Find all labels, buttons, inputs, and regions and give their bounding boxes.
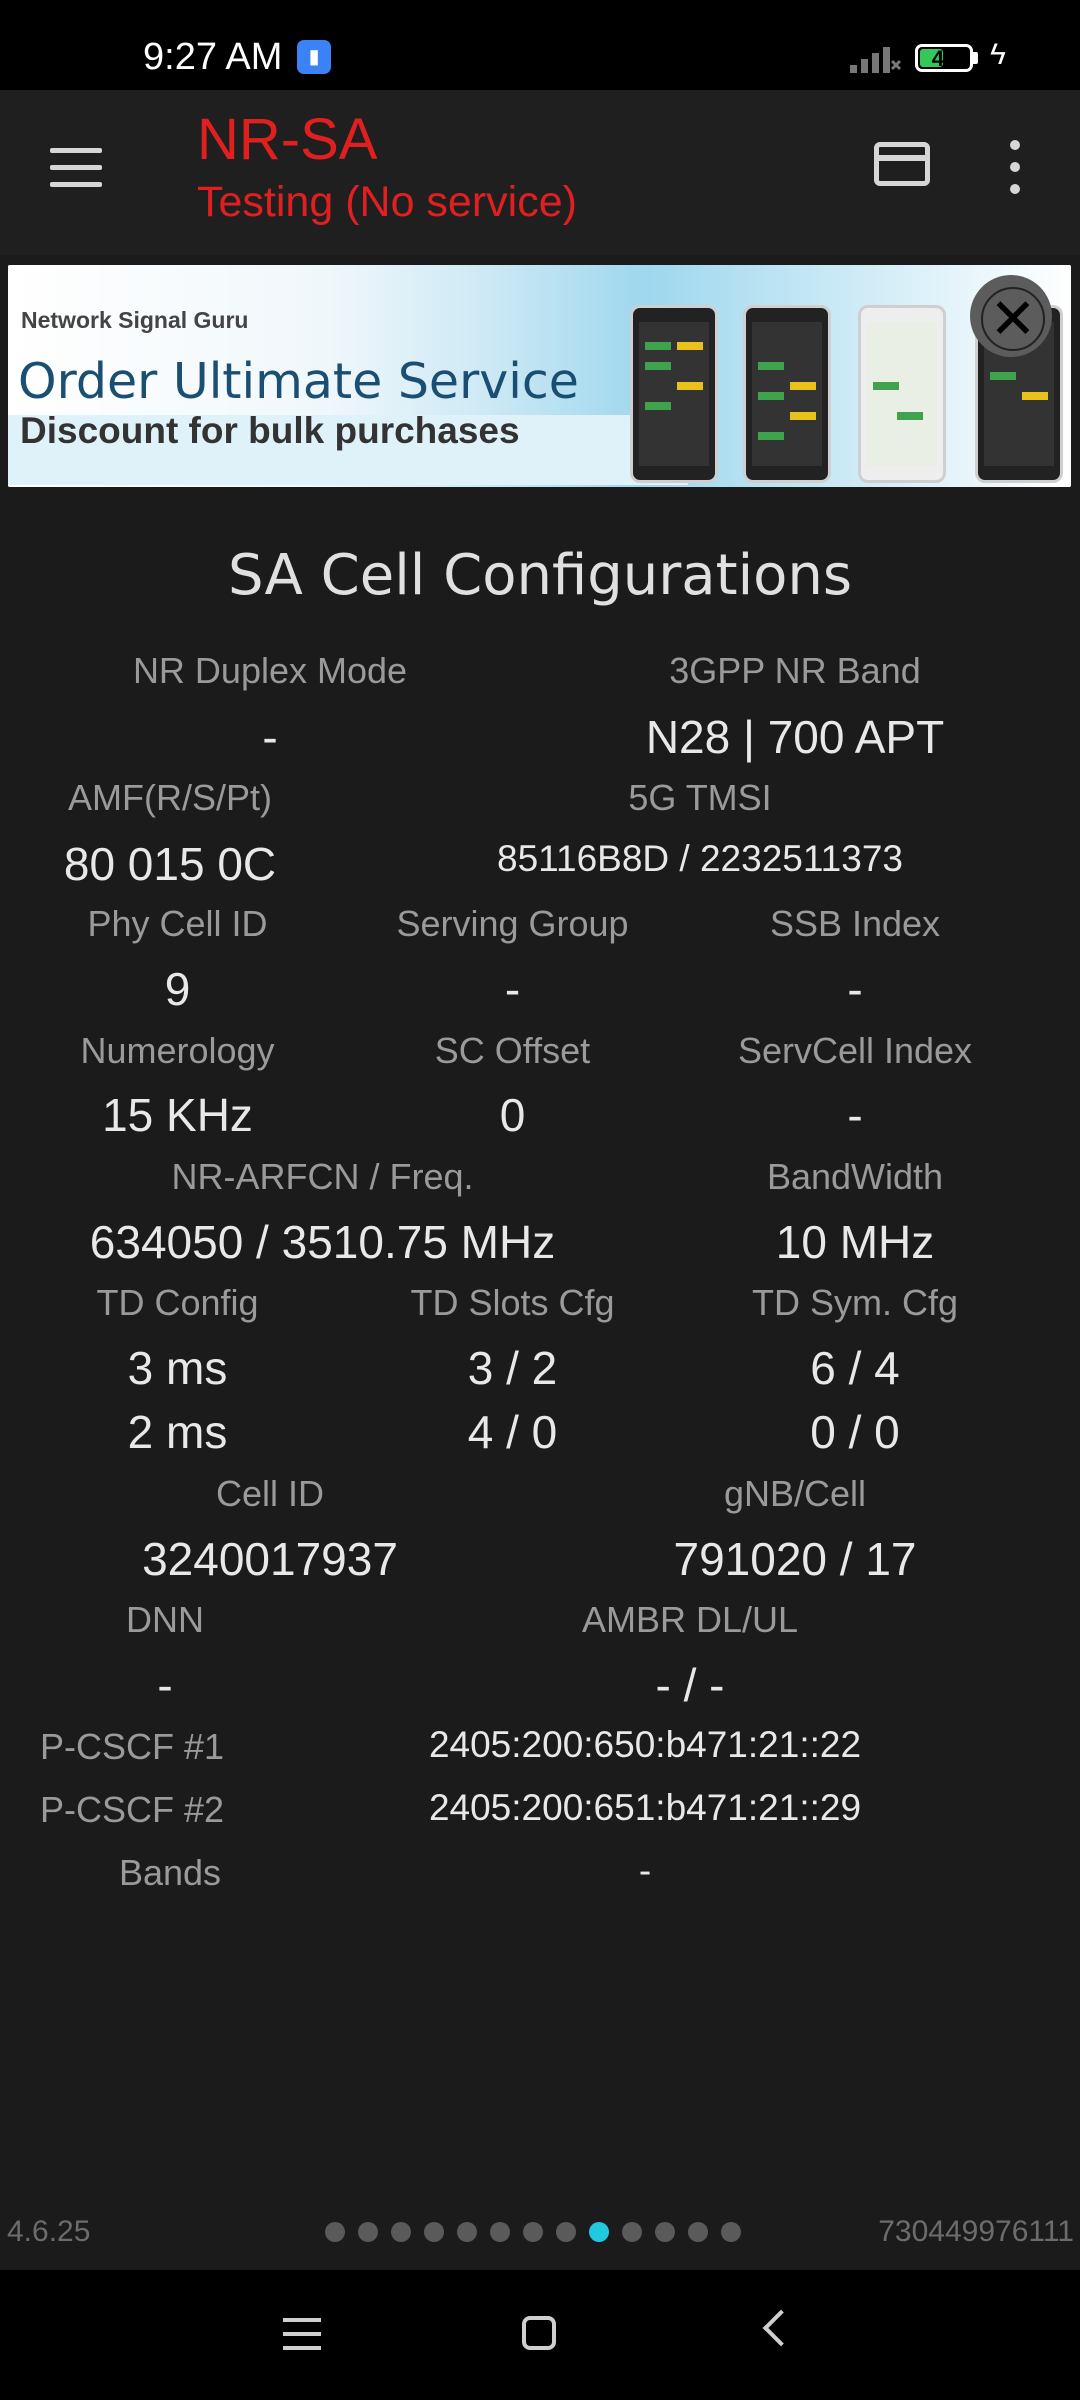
device-id: 730449976111 [878, 2215, 1074, 2248]
charging-icon: ϟ [990, 38, 1006, 71]
td-sym-value: 0 / 0 [810, 1406, 900, 1458]
pcscf1-label: P-CSCF #1 [40, 1726, 225, 1767]
td-config-value: 3 ms [127, 1342, 228, 1394]
pcscf2-label: P-CSCF #2 [40, 1789, 225, 1830]
td-slots-value: 4 / 0 [467, 1406, 558, 1458]
ambr-label: AMBR DL/UL [581, 1599, 799, 1640]
page-dot[interactable] [391, 2222, 411, 2242]
bands-label: Bands [118, 1852, 222, 1893]
serving-group-value: - [504, 963, 521, 1015]
battery-icon: 48 [915, 44, 973, 72]
servcell-index-value: - [847, 1089, 863, 1141]
td-slots-label: TD Slots Cfg [410, 1282, 615, 1323]
page-dot[interactable] [655, 2222, 675, 2242]
ad-headline: Order Ultimate Service [18, 353, 579, 410]
phy-cell-id-label: Phy Cell ID [87, 903, 268, 944]
td-config-label: TD Config [96, 1282, 259, 1323]
ssb-index-label: SSB Index [769, 903, 941, 944]
page-dot[interactable] [457, 2222, 477, 2242]
page-dot[interactable] [358, 2222, 378, 2242]
app-bar: NR-SA Testing (No service) [0, 90, 1080, 255]
network-badge-icon: ▮ [297, 40, 331, 74]
ad-subheadline: Discount for bulk purchases [20, 410, 520, 451]
dnn-label: DNN [126, 1599, 204, 1640]
numerology-label: Numerology [80, 1030, 275, 1071]
duplex-mode-value: - [262, 711, 278, 763]
menu-icon[interactable] [50, 148, 102, 188]
servcell-index-label: ServCell Index [737, 1030, 973, 1071]
td-sym-value: 6 / 4 [810, 1342, 900, 1394]
phone-image [743, 305, 831, 483]
amf-label: AMF(R/S/Pt) [68, 777, 272, 818]
page-dot[interactable] [325, 2222, 345, 2242]
gnb-cell-value: 791020 / 17 [673, 1533, 917, 1585]
bandwidth-value: 10 MHz [775, 1216, 935, 1268]
bandwidth-label: BandWidth [766, 1156, 944, 1197]
td-slots-value: 3 / 2 [467, 1342, 558, 1394]
phone-image [630, 305, 718, 483]
ambr-value: - / - [655, 1659, 725, 1711]
arfcn-value: 634050 / 3510.75 MHz [89, 1216, 556, 1268]
page-dot[interactable] [490, 2222, 510, 2242]
ad-banner[interactable]: Network Signal Guru Order Ultimate Servi… [8, 265, 1071, 487]
section-title: SA Cell Configurations [227, 543, 853, 608]
app-title: NR-SA [197, 107, 378, 172]
numerology-value: 15 KHz [102, 1089, 253, 1141]
battery-tip [973, 52, 978, 64]
recent-apps-icon[interactable] [283, 2318, 321, 2352]
phy-cell-id-value: 9 [164, 963, 191, 1015]
page-dot[interactable] [556, 2222, 576, 2242]
close-icon: ✕ [981, 287, 1045, 351]
tmsi-value: 85116B8D / 2232511373 [497, 838, 903, 879]
pcscf2-value: 2405:200:651:b471:21::29 [428, 1787, 862, 1828]
nr-band-label: 3GPP NR Band [669, 650, 921, 691]
phone-image [858, 305, 946, 483]
signal-icon [850, 47, 902, 73]
page-dot[interactable] [589, 2222, 609, 2242]
page-dot[interactable] [622, 2222, 642, 2242]
gnb-cell-label: gNB/Cell [723, 1473, 867, 1514]
ssb-index-value: - [847, 963, 863, 1015]
battery-level: 48 [931, 46, 957, 71]
td-sym-label: TD Sym. Cfg [751, 1282, 958, 1323]
cell-id-value: 3240017937 [142, 1533, 398, 1585]
home-icon[interactable] [522, 2316, 556, 2350]
duplex-mode-label: NR Duplex Mode [132, 650, 408, 691]
ad-brand: Network Signal Guru [21, 307, 249, 333]
page-dot[interactable] [721, 2222, 741, 2242]
status-time: 9:27 AM [143, 36, 283, 78]
more-options-icon[interactable] [1008, 140, 1022, 194]
td-config-value: 2 ms [127, 1406, 228, 1458]
pcscf1-value: 2405:200:650:b471:21::22 [428, 1724, 862, 1765]
bands-value: - [638, 1850, 652, 1891]
cell-id-label: Cell ID [215, 1473, 325, 1514]
amf-value: 80 015 0C [63, 838, 277, 890]
dnn-value: - [157, 1659, 173, 1711]
close-ad-button[interactable]: ✕ [970, 275, 1052, 357]
arfcn-label: NR-ARFCN / Freq. [171, 1156, 474, 1197]
serving-group-label: Serving Group [396, 903, 629, 944]
page-dot[interactable] [523, 2222, 543, 2242]
nr-band-value: N28 | 700 APT [645, 711, 945, 763]
sc-offset-label: SC Offset [434, 1030, 591, 1071]
page-dot[interactable] [424, 2222, 444, 2242]
sc-offset-value: 0 [499, 1089, 526, 1141]
card-icon[interactable] [874, 142, 930, 186]
app-version: 4.6.25 [7, 2215, 91, 2248]
page-dot[interactable] [688, 2222, 708, 2242]
app-subtitle: Testing (No service) [197, 178, 577, 226]
tmsi-label: 5G TMSI [628, 777, 772, 818]
